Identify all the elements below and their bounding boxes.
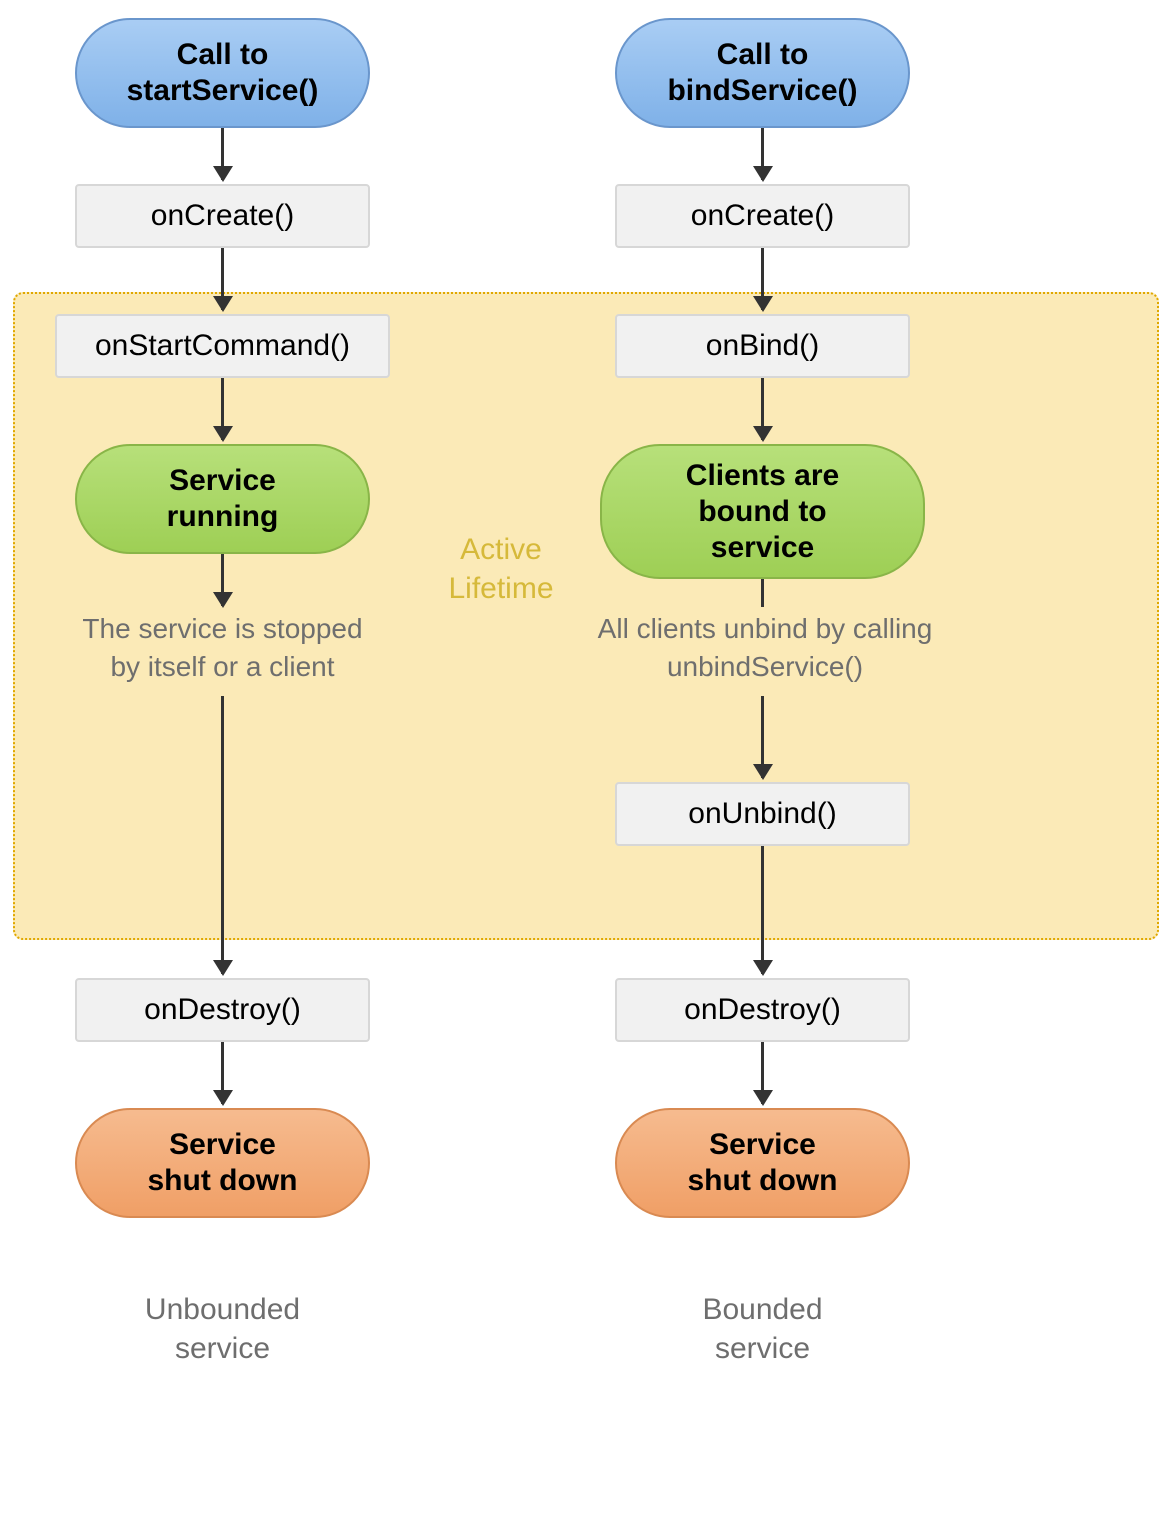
- left-shutdown-node: Serviceshut down: [75, 1108, 370, 1218]
- arrow: [761, 696, 764, 778]
- right-caption: Boundedservice: [615, 1290, 910, 1368]
- arrow: [761, 128, 764, 180]
- arrow: [221, 1042, 224, 1104]
- left-ondestroy-node: onDestroy(): [75, 978, 370, 1042]
- arrow: [761, 1042, 764, 1104]
- right-onbind-node: onBind(): [615, 314, 910, 378]
- arrow: [761, 846, 764, 974]
- right-note-text: All clients unbind by callingunbindServi…: [555, 610, 975, 686]
- arrow-stub: [221, 554, 224, 606]
- arrow: [221, 696, 224, 974]
- arrow: [221, 378, 224, 440]
- left-caption: Unboundedservice: [75, 1290, 370, 1368]
- right-oncreate-node: onCreate(): [615, 184, 910, 248]
- right-shutdown-node: Serviceshut down: [615, 1108, 910, 1218]
- arrow: [221, 128, 224, 180]
- active-lifetime-label: ActiveLifetime: [411, 530, 591, 608]
- right-onunbind-node: onUnbind(): [615, 782, 910, 846]
- left-running-node: Servicerunning: [75, 444, 370, 554]
- arrow: [761, 378, 764, 440]
- left-note-text: The service is stoppedby itself or a cli…: [45, 610, 400, 686]
- left-start-node: Call tostartService(): [75, 18, 370, 128]
- arrow: [761, 248, 764, 310]
- left-oncreate-node: onCreate(): [75, 184, 370, 248]
- right-bound-node: Clients arebound toservice: [600, 444, 925, 579]
- right-ondestroy-node: onDestroy(): [615, 978, 910, 1042]
- left-onstartcommand-node: onStartCommand(): [55, 314, 390, 378]
- arrow-stub: [761, 579, 764, 607]
- arrow: [221, 248, 224, 310]
- right-start-node: Call tobindService(): [615, 18, 910, 128]
